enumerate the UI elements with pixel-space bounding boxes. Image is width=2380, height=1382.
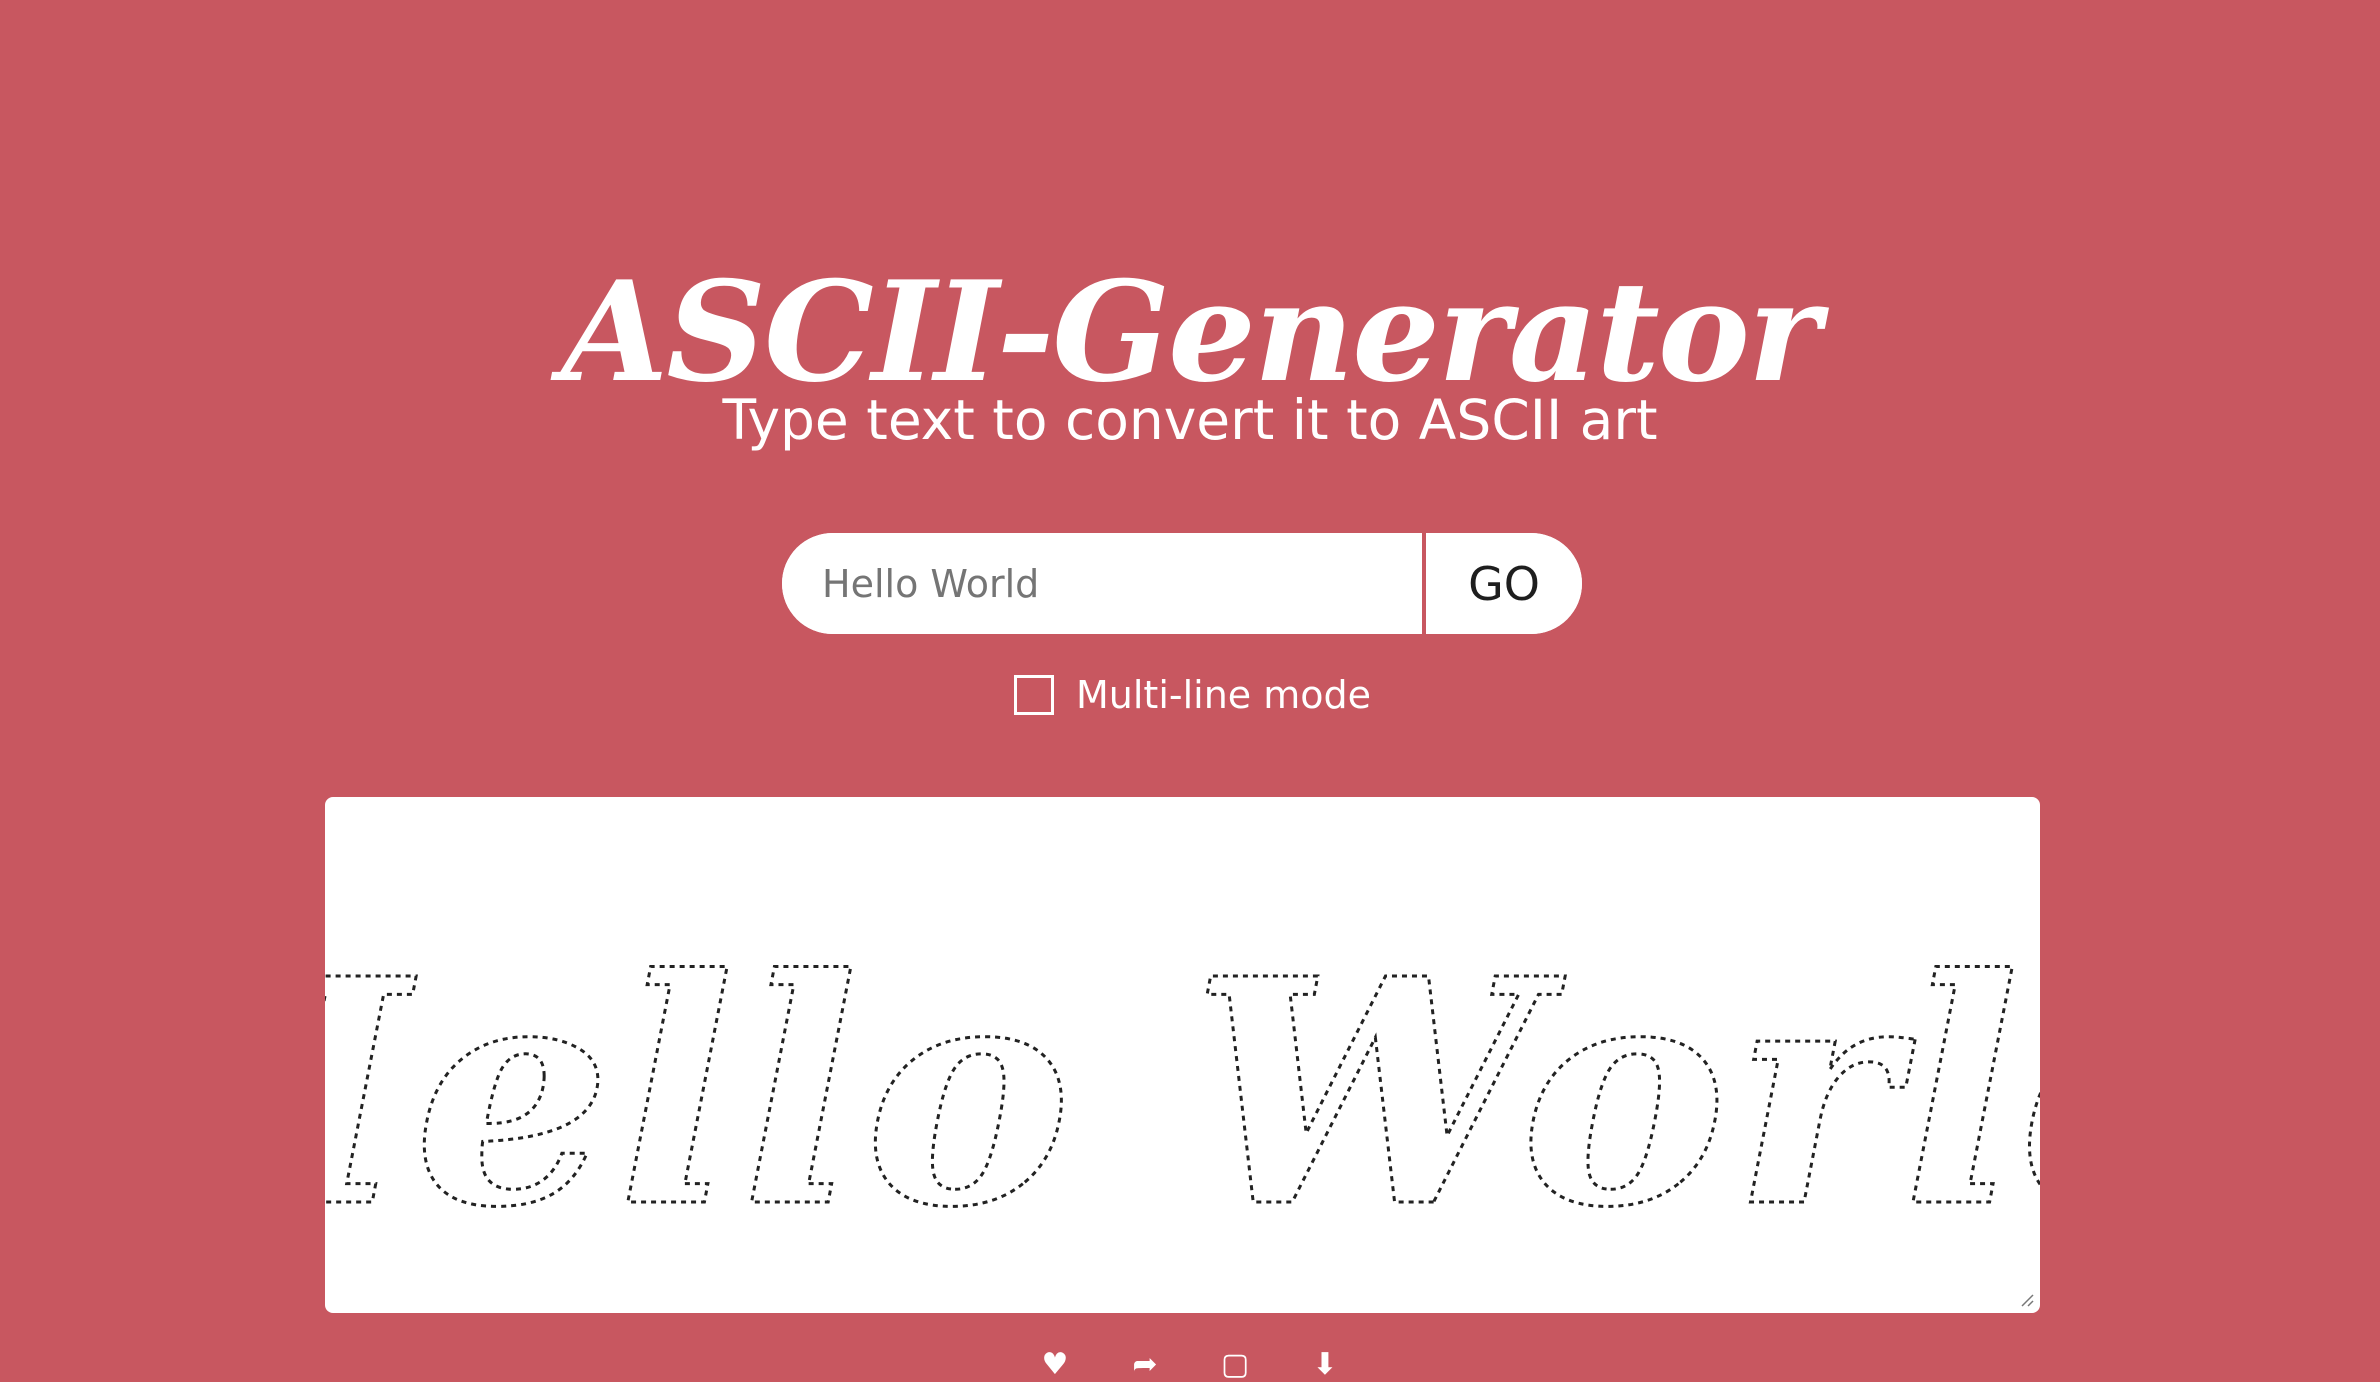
svg-text:Hello World: Hello World — [325, 912, 2040, 1276]
download-icon[interactable]: ⬇ — [1305, 1350, 1345, 1380]
text-input[interactable] — [782, 533, 1422, 634]
multiline-label: Multi-line mode — [1076, 673, 1372, 717]
go-button[interactable]: GO — [1426, 533, 1582, 634]
multiline-toggle[interactable]: Multi-line mode — [1014, 672, 1371, 718]
text-input-group: GO — [782, 533, 1582, 634]
share-icon[interactable]: ➦ — [1125, 1350, 1165, 1380]
heart-icon[interactable]: ♥ — [1035, 1350, 1075, 1380]
ascii-output-area[interactable]: Hello World — [325, 797, 2040, 1313]
footer-icons: ♥ ➦ ▢ ⬇ — [0, 1350, 2380, 1380]
resize-handle-icon[interactable] — [2018, 1291, 2034, 1307]
ascii-art-output: Hello World — [325, 911, 2040, 1278]
multiline-checkbox[interactable] — [1014, 675, 1054, 715]
copy-icon[interactable]: ▢ — [1215, 1350, 1255, 1380]
page-subtitle: Type text to convert it to ASCII art — [722, 388, 1658, 452]
